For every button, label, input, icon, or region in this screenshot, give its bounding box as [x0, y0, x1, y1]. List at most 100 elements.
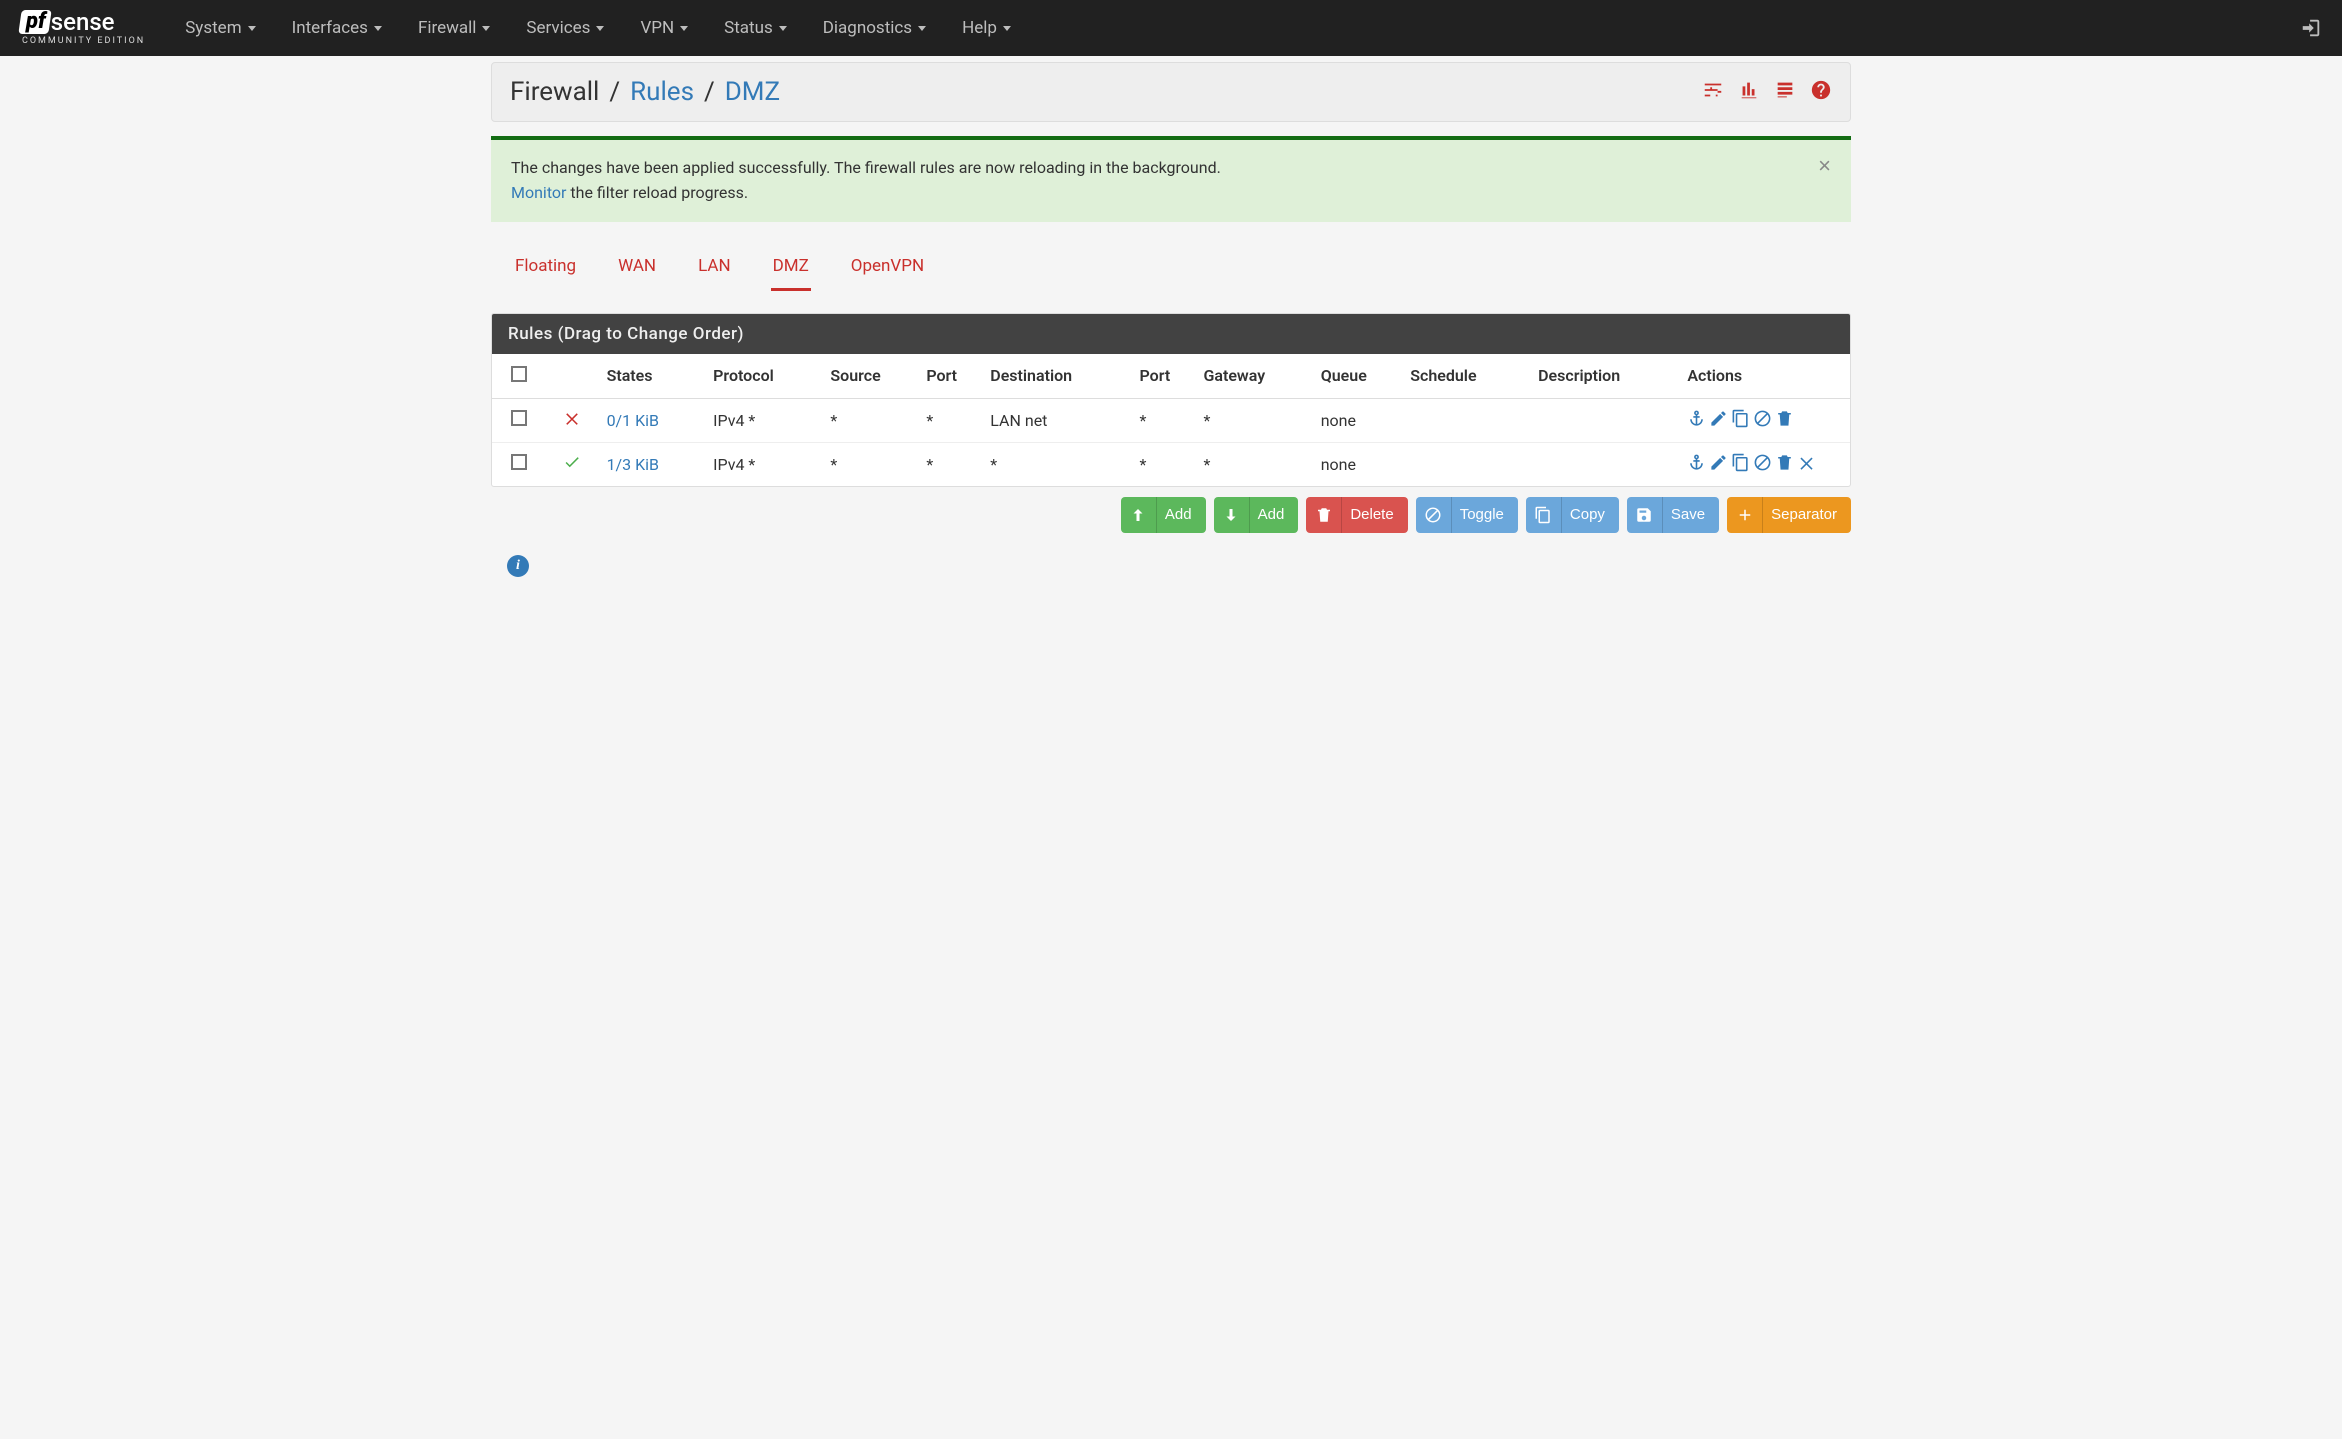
- separator-button[interactable]: Separator: [1727, 497, 1851, 533]
- col-schedule: Schedule: [1402, 354, 1530, 399]
- logo[interactable]: pf sense COMMUNITY EDITION: [20, 10, 145, 46]
- nav-vpn[interactable]: VPN: [640, 18, 688, 38]
- alert-line2: the filter reload progress.: [566, 183, 748, 202]
- ban-icon[interactable]: [1753, 409, 1772, 432]
- nav-services[interactable]: Services: [526, 18, 604, 38]
- cell-queue: none: [1313, 442, 1403, 486]
- states-link[interactable]: 1/3 KiB: [607, 455, 659, 474]
- copy-icon[interactable]: [1731, 453, 1750, 476]
- copy-button[interactable]: Copy: [1526, 497, 1619, 533]
- rules-panel: Rules (Drag to Change Order) States Prot…: [491, 313, 1851, 487]
- logo-subtitle: COMMUNITY EDITION: [22, 36, 145, 46]
- cell-destination: LAN net: [982, 398, 1131, 442]
- tab-lan[interactable]: LAN: [696, 250, 733, 291]
- chevron-down-icon: [374, 26, 382, 31]
- nav-diagnostics[interactable]: Diagnostics: [823, 18, 926, 38]
- save-icon: [1627, 497, 1663, 533]
- rule-flag-icon: [545, 398, 598, 442]
- rule-flag-icon: [545, 442, 598, 486]
- rules-table: States Protocol Source Port Destination …: [492, 354, 1850, 486]
- cell-port: *: [1131, 398, 1195, 442]
- anchor-icon[interactable]: [1687, 409, 1706, 432]
- trash-icon[interactable]: [1775, 409, 1794, 432]
- logout-icon: [2300, 17, 2322, 39]
- table-row[interactable]: 0/1 KiB IPv4 * * * LAN net * * none: [492, 398, 1850, 442]
- add-bottom-button[interactable]: Add: [1214, 497, 1299, 533]
- nav-items: System Interfaces Firewall Services VPN …: [185, 18, 2300, 38]
- chevron-down-icon: [1003, 26, 1011, 31]
- settings-icon[interactable]: [1702, 79, 1724, 105]
- log-icon[interactable]: [1774, 79, 1796, 105]
- breadcrumb-dmz[interactable]: DMZ: [725, 77, 780, 107]
- chevron-down-icon: [680, 26, 688, 31]
- row-checkbox[interactable]: [511, 410, 527, 426]
- interface-tabs: Floating WAN LAN DMZ OpenVPN: [491, 222, 1851, 291]
- cell-destination: *: [982, 442, 1131, 486]
- breadcrumb-panel: Firewall / Rules / DMZ: [491, 62, 1851, 122]
- col-states: States: [599, 354, 706, 399]
- cell-protocol: IPv4 *: [705, 398, 822, 442]
- chevron-down-icon: [918, 26, 926, 31]
- nav-help[interactable]: Help: [962, 18, 1011, 38]
- logo-box: pf: [18, 10, 51, 34]
- navbar: pf sense COMMUNITY EDITION System Interf…: [0, 0, 2342, 56]
- trash-icon[interactable]: [1775, 453, 1794, 476]
- breadcrumb-rules[interactable]: Rules: [630, 77, 694, 107]
- info-icon[interactable]: i: [507, 555, 529, 577]
- rules-panel-title: Rules (Drag to Change Order): [492, 314, 1850, 354]
- nav-system[interactable]: System: [185, 18, 255, 38]
- cell-schedule: [1402, 442, 1530, 486]
- col-queue: Queue: [1313, 354, 1403, 399]
- nav-firewall[interactable]: Firewall: [418, 18, 490, 38]
- tab-floating[interactable]: Floating: [513, 250, 578, 291]
- plus-icon: [1727, 497, 1763, 533]
- toggle-button[interactable]: Toggle: [1416, 497, 1518, 533]
- select-all-checkbox[interactable]: [511, 366, 527, 382]
- chevron-down-icon: [596, 26, 604, 31]
- col-actions: Actions: [1679, 354, 1850, 399]
- chart-icon[interactable]: [1738, 79, 1760, 105]
- trash-icon: [1306, 497, 1342, 533]
- add-top-button[interactable]: Add: [1121, 497, 1206, 533]
- cell-gateway: *: [1195, 442, 1312, 486]
- ban-icon[interactable]: [1753, 453, 1772, 476]
- pencil-icon[interactable]: [1709, 409, 1728, 432]
- col-port: Port: [1131, 354, 1195, 399]
- chevron-down-icon: [779, 26, 787, 31]
- arrow-down-icon: [1214, 497, 1250, 533]
- copy-icon[interactable]: [1731, 409, 1750, 432]
- arrow-up-icon: [1121, 497, 1157, 533]
- cell-description: [1530, 398, 1679, 442]
- cell-port: *: [918, 442, 982, 486]
- close-icon[interactable]: [1797, 453, 1816, 476]
- nav-interfaces[interactable]: Interfaces: [292, 18, 382, 38]
- cell-port: *: [1131, 442, 1195, 486]
- tab-wan[interactable]: WAN: [616, 250, 658, 291]
- tab-dmz[interactable]: DMZ: [771, 250, 811, 291]
- row-checkbox[interactable]: [511, 454, 527, 470]
- save-button[interactable]: Save: [1627, 497, 1719, 533]
- copy-icon: [1526, 497, 1562, 533]
- col-source: Source: [822, 354, 918, 399]
- delete-button[interactable]: Delete: [1306, 497, 1407, 533]
- cell-source: *: [822, 398, 918, 442]
- cell-description: [1530, 442, 1679, 486]
- col-port: Port: [918, 354, 982, 399]
- nav-status[interactable]: Status: [724, 18, 787, 38]
- pencil-icon[interactable]: [1709, 453, 1728, 476]
- cell-protocol: IPv4 *: [705, 442, 822, 486]
- alert-monitor-link[interactable]: Monitor: [511, 183, 566, 202]
- table-row[interactable]: 1/3 KiB IPv4 * * * * * * none: [492, 442, 1850, 486]
- states-link[interactable]: 0/1 KiB: [607, 411, 659, 430]
- cell-gateway: *: [1195, 398, 1312, 442]
- tab-openvpn[interactable]: OpenVPN: [849, 250, 926, 291]
- col-protocol: Protocol: [705, 354, 822, 399]
- ban-icon: [1416, 497, 1452, 533]
- cell-port: *: [918, 398, 982, 442]
- alert-close[interactable]: ×: [1812, 154, 1837, 178]
- alert-line1: The changes have been applied successful…: [511, 156, 1831, 181]
- anchor-icon[interactable]: [1687, 453, 1706, 476]
- logout-button[interactable]: [2300, 17, 2322, 39]
- cell-schedule: [1402, 398, 1530, 442]
- help-icon[interactable]: [1810, 79, 1832, 105]
